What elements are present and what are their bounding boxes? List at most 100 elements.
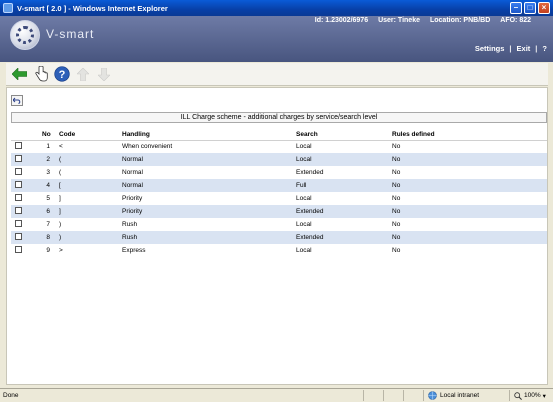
row-search: Local [293, 153, 389, 166]
main-panel: ILL Charge scheme - additional charges b… [6, 87, 548, 385]
status-pane [383, 390, 403, 401]
row-search: Local [296, 221, 312, 228]
handling-column-header: Handling [119, 129, 293, 141]
status-text: Done [3, 392, 19, 399]
session-afo: AFO: 822 [500, 17, 531, 24]
table-row[interactable]: 4[Normal Full No [11, 179, 547, 192]
move-down-button[interactable] [94, 65, 113, 84]
row-no: 5 [46, 195, 50, 202]
undo-button[interactable] [11, 95, 23, 106]
session-id: Id: 1.23002/6976 [314, 17, 369, 24]
brand-name: V-smart [46, 27, 95, 41]
table-row[interactable]: 1 < When convenient Local No [11, 140, 547, 153]
charges-table: No Code Handling Search Rules defined 1 <… [11, 129, 547, 257]
row-search: Extended [293, 231, 389, 244]
row-rules: No [389, 205, 547, 218]
globe-icon [428, 391, 437, 400]
settings-link[interactable]: Settings [475, 44, 505, 53]
row-rules: No [392, 143, 401, 151]
row-checkbox[interactable] [15, 246, 22, 253]
row-no: 8 [39, 231, 56, 244]
toolbar: ? [6, 63, 548, 86]
link-separator: | [535, 44, 538, 53]
arrow-up-icon [76, 67, 89, 81]
row-select-cell [11, 140, 39, 153]
hand-pointer-icon [34, 66, 48, 82]
row-no: 3 [46, 169, 50, 176]
row-rules: No [389, 179, 547, 192]
table-row[interactable]: 7) Rush Local No [11, 218, 547, 231]
back-button[interactable] [10, 65, 29, 84]
row-code: [ [56, 179, 119, 192]
back-arrow-icon [12, 68, 27, 80]
session-info: Id: 1.23002/6976 User: Tineke Location: … [315, 17, 531, 24]
magnifier-icon [514, 391, 522, 400]
row-checkbox[interactable] [15, 142, 22, 150]
table-row[interactable]: 6] Priority Extended No [11, 205, 547, 218]
row-code: ) [59, 221, 62, 228]
search-column-header: Search [293, 129, 389, 141]
row-handling: Normal [119, 179, 293, 192]
row-no: 1 [46, 143, 50, 151]
row-rules: No [392, 195, 401, 202]
code-column-header: Code [56, 129, 119, 141]
ie-icon [3, 3, 13, 13]
row-select-cell [11, 192, 39, 205]
close-button[interactable]: × [538, 2, 550, 14]
panel-caption: ILL Charge scheme - additional charges b… [11, 112, 547, 123]
row-rules: No [392, 221, 401, 228]
row-checkbox[interactable] [15, 168, 22, 175]
zoom-control[interactable]: 100% ▾ [509, 390, 553, 401]
security-zone-label: Local intranet [440, 392, 480, 399]
row-checkbox[interactable] [15, 194, 22, 201]
status-pane [363, 390, 383, 401]
row-select-cell [11, 218, 39, 231]
row-checkbox[interactable] [15, 220, 22, 227]
row-search: Local [296, 143, 312, 151]
no-column-header: No [39, 129, 56, 141]
status-pane [403, 390, 423, 401]
table-row[interactable]: 2(Normal Local No [11, 153, 547, 166]
row-code: < [59, 143, 63, 151]
table-row[interactable]: 5] Priority Local No [11, 192, 547, 205]
row-code: ] [56, 205, 119, 218]
session-location: Location: PNB/BD [429, 17, 491, 24]
row-search: Full [293, 179, 389, 192]
row-no: 6 [39, 205, 56, 218]
row-code: ] [59, 195, 61, 202]
row-handling: When convenient [122, 143, 173, 151]
row-handling: Normal [119, 153, 293, 166]
row-rules: No [392, 247, 401, 254]
row-handling: Priority [119, 205, 293, 218]
row-select-cell [11, 166, 39, 179]
row-select-cell [11, 205, 39, 218]
row-search: Local [296, 247, 312, 254]
row-rules: No [389, 231, 547, 244]
table-row[interactable]: 3 (Normal Extended No [11, 166, 547, 179]
rules-column-header: Rules defined [389, 129, 547, 141]
move-up-button[interactable] [73, 65, 92, 84]
link-separator: | [509, 44, 512, 53]
exit-link[interactable]: Exit [517, 44, 531, 53]
minimize-button[interactable]: – [510, 2, 522, 14]
row-checkbox[interactable] [15, 207, 22, 214]
help-link[interactable]: ? [542, 44, 547, 53]
row-handling: Normal [122, 169, 143, 176]
table-header-row: No Code Handling Search Rules defined [11, 129, 547, 141]
row-select-cell [11, 153, 39, 166]
svg-text:?: ? [58, 69, 65, 81]
help-button[interactable]: ? [52, 65, 71, 84]
row-no: 7 [46, 221, 50, 228]
select-button[interactable] [31, 65, 50, 84]
maximize-button[interactable]: □ [524, 2, 536, 14]
row-checkbox[interactable] [15, 233, 22, 240]
table-row[interactable]: 8) Rush Extended No [11, 231, 547, 244]
window-title-bar: V-smart [ 2.0 ] - Windows Internet Explo… [0, 0, 553, 16]
row-select-cell [11, 244, 39, 257]
security-zone[interactable]: Local intranet [423, 390, 509, 401]
row-checkbox[interactable] [15, 181, 22, 188]
row-code: > [59, 247, 63, 254]
row-checkbox[interactable] [15, 155, 22, 162]
window-title: V-smart [ 2.0 ] - Windows Internet Explo… [17, 3, 168, 13]
table-row[interactable]: 9 > Express Local No [11, 244, 547, 257]
